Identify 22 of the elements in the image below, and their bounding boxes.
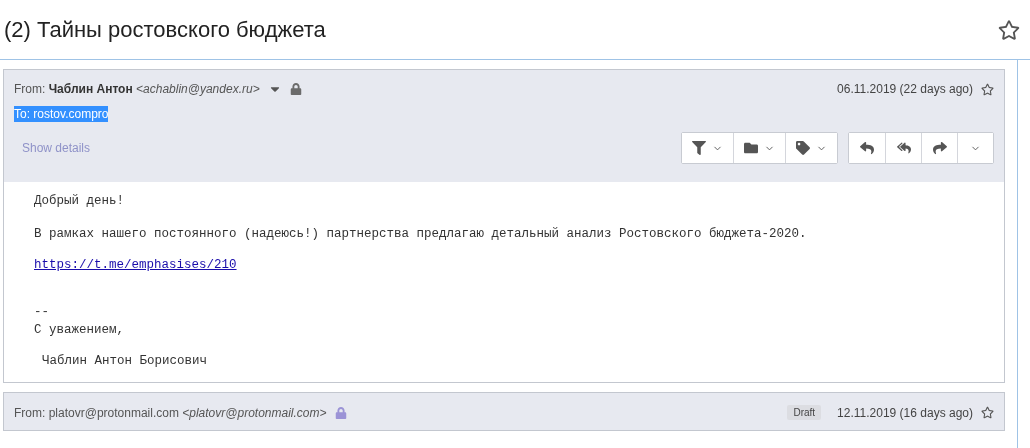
filter-icon [692, 141, 706, 155]
star-icon[interactable] [998, 18, 1020, 41]
folder-icon [744, 141, 758, 155]
star-icon[interactable] [981, 406, 994, 419]
body-text: -- [34, 305, 50, 319]
sender-line: From: Чаблин Антон <achablin@yandex.ru> [14, 82, 260, 96]
forward-icon [932, 141, 947, 155]
body-text: Добрый день! [34, 194, 125, 208]
reply-icon [860, 141, 874, 155]
draft-badge: Draft [787, 405, 822, 420]
body-text: Чаблин Антон Борисович [41, 354, 209, 368]
body-text: В рамках нашего постоянного (надеюсь!) партнерства предлагаю детальный анализ Ростовского бюджета-2020. [34, 227, 808, 241]
message-link[interactable]: https://t.me/emphasises/210 [34, 258, 237, 272]
reply-all-icon [896, 141, 911, 155]
sender-line: From: platovr@protonmail.com <platovr@protonmail.com> [14, 405, 327, 420]
conversation-title: (2) Тайны ростовского бюджета [4, 16, 326, 43]
star-icon[interactable] [981, 82, 994, 96]
tag-icon [796, 141, 810, 155]
tag-button[interactable] [785, 133, 837, 163]
message-date: 06.11.2019 (22 days ago) [837, 82, 973, 96]
body-text: С уважением, [34, 323, 125, 337]
message-date: 12.11.2019 (16 days ago) [837, 405, 973, 420]
